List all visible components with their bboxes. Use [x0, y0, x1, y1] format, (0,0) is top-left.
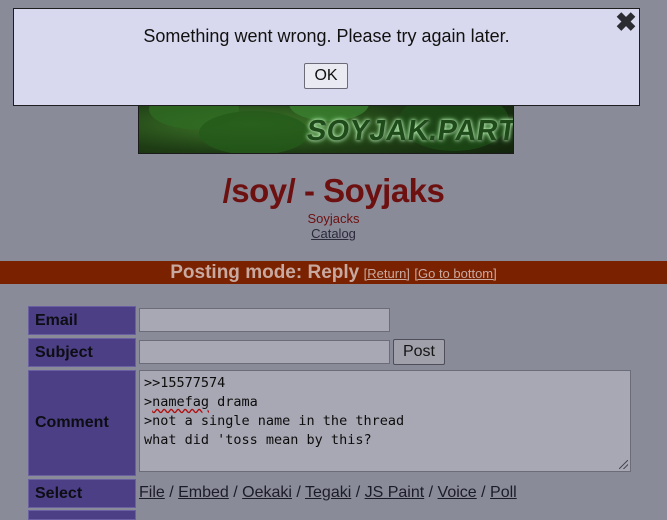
select-file-link[interactable]: File	[139, 484, 165, 501]
resize-grip-icon[interactable]	[619, 460, 628, 469]
select-poll-link[interactable]: Poll	[490, 484, 517, 501]
select-links: File / Embed / Oekaki / Tegaki / JS Pain…	[139, 484, 517, 501]
ok-button[interactable]: OK	[304, 63, 348, 89]
next-form-row	[28, 510, 136, 520]
return-link[interactable]: [Return]	[364, 266, 410, 281]
comment-line: >namefag drama	[144, 394, 258, 410]
select-jspaint-link[interactable]: JS Paint	[365, 484, 425, 501]
posting-mode-title: Posting mode: Reply	[170, 262, 360, 283]
board-subtitle: Soyjacks	[307, 211, 360, 226]
catalog-link[interactable]: Catalog	[311, 226, 356, 241]
select-label: Select	[28, 479, 136, 508]
email-field[interactable]	[139, 308, 390, 332]
comment-line: >>15577574	[144, 375, 226, 391]
close-icon[interactable]: ✖	[615, 9, 637, 35]
comment-line: what did 'toss mean by this?	[144, 432, 372, 448]
comment-label: Comment	[28, 370, 136, 476]
select-voice-link[interactable]: Voice	[438, 484, 477, 501]
email-label: Email	[28, 306, 136, 335]
select-embed-link[interactable]: Embed	[178, 484, 229, 501]
subject-label: Subject	[28, 338, 136, 367]
select-tegaki-link[interactable]: Tegaki	[305, 484, 351, 501]
error-dialog: Something went wrong. Please try again l…	[13, 8, 640, 106]
page: SOYJAK.PARTY /soy/ - Soyjaks Soyjacks Ca…	[0, 0, 667, 520]
banner-text: SOYJAK.PARTY	[304, 115, 514, 147]
posting-mode-bar: Posting mode: Reply [Return] [Go to bott…	[0, 261, 667, 284]
subject-field[interactable]	[139, 340, 390, 364]
select-oekaki-link[interactable]: Oekaki	[242, 484, 292, 501]
comment-textarea[interactable]: >>15577574 >namefag drama >not a single …	[139, 370, 631, 472]
post-button[interactable]: Post	[393, 339, 445, 365]
board-title: /soy/ - Soyjaks	[222, 172, 445, 209]
spellcheck-word: namefag	[152, 394, 210, 410]
comment-line: >not a single name in the thread	[144, 413, 405, 429]
go-to-bottom-link[interactable]: [Go to bottom]	[414, 266, 496, 281]
error-message: Something went wrong. Please try again l…	[143, 26, 510, 46]
